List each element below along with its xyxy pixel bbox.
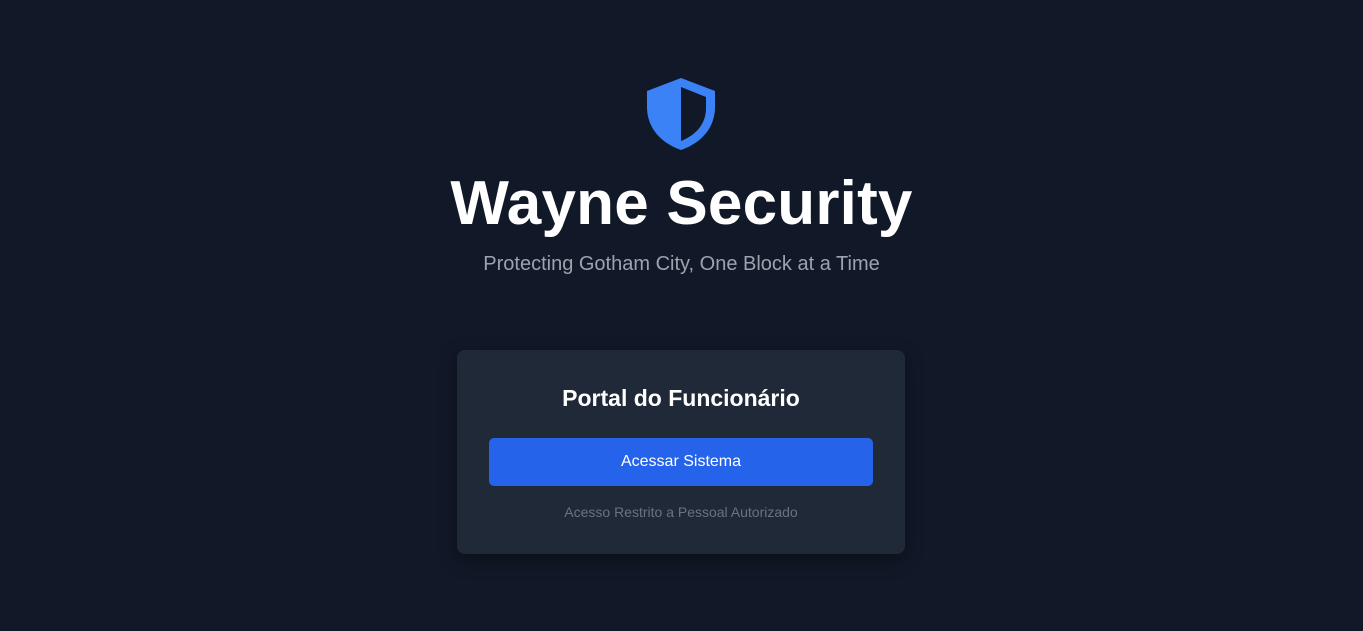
page-title: Wayne Security: [450, 169, 913, 238]
shield-icon: [646, 77, 716, 151]
access-system-button[interactable]: Acessar Sistema: [489, 438, 873, 486]
portal-title: Portal do Funcionário: [562, 385, 800, 411]
restricted-access-note: Acesso Restrito a Pessoal Autorizado: [564, 504, 798, 520]
landing-page: Wayne Security Protecting Gotham City, O…: [0, 0, 1363, 631]
employee-portal-card: Portal do Funcionário Acessar Sistema Ac…: [457, 350, 905, 554]
page-subtitle: Protecting Gotham City, One Block at a T…: [483, 253, 880, 275]
